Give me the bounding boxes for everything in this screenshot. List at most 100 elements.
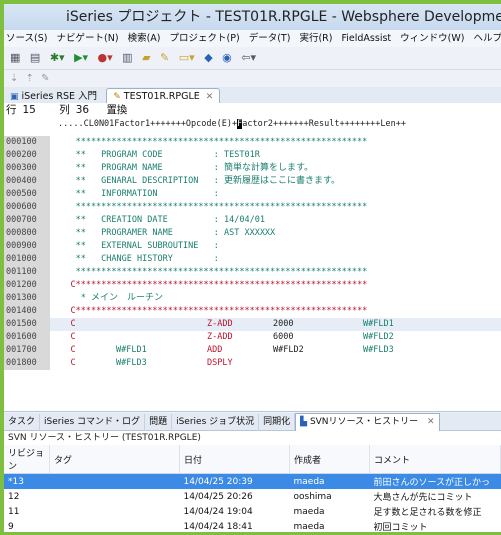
tab-job-status[interactable]: iSeries ジョブ状況 [172, 414, 260, 431]
source-line[interactable]: 001600 C Z-ADD 6000 W#FLD2 [4, 331, 501, 344]
source-line[interactable]: 000300 ** PROGRAM NAME : 簡単な計算をします。 [4, 162, 501, 175]
seq-number: 000100 [4, 136, 50, 149]
cell-date: 14/04/24 19:04 [183, 506, 253, 517]
cell-author: ooshima [293, 491, 332, 502]
source-line[interactable]: 001800 C W#FLD3 DSPLY [4, 357, 501, 370]
source-editor[interactable]: 行 15 列 36 置換 .....CL0N01Factor1+++++++Opco… [4, 103, 501, 412]
menu-help[interactable]: ヘルプ(H) [474, 33, 501, 44]
source-line[interactable]: 001400 C********************************… [4, 305, 501, 318]
menu-source[interactable]: ソース(S) [6, 33, 47, 44]
spec-type: C [70, 319, 76, 329]
line-text: ****************************************… [50, 267, 368, 277]
source-line[interactable]: 000100 *********************************… [4, 136, 501, 149]
table-row[interactable]: 9 14/04/24 18:41 maeda 初回コミット [4, 519, 501, 533]
line-text: ** CREATION DATE : 14/04/01 [50, 215, 265, 225]
table-row[interactable]: *13 14/04/25 20:39 maeda 前田さんのソースが正しかっ [4, 473, 501, 489]
menu-window[interactable]: ウィンドウ(W) [400, 33, 464, 44]
cell-tag [50, 489, 180, 504]
open-icon[interactable]: ▤ [30, 51, 40, 64]
cell-date: 14/04/24 18:41 [183, 521, 253, 532]
source-line[interactable]: 000400 ** GENARAL DESCRIPTION : 更新履歴はここに… [4, 175, 501, 188]
source-line[interactable]: 000900 ** EXTERNAL SUBROUTINE : [4, 240, 501, 253]
open-type-icon[interactable]: ▭▾ [179, 51, 195, 64]
source-line[interactable]: 001000 ** CHANGE HISTORY : [4, 253, 501, 266]
menu-navigate[interactable]: ナビゲート(N) [57, 33, 119, 44]
line-text: * [50, 293, 91, 303]
menu-run[interactable]: 実行(R) [299, 33, 332, 44]
line-text-ja: 更新履歴はここに書きます。 [224, 176, 341, 186]
pencil-tool-icon[interactable]: ✎ [160, 51, 169, 64]
debug-icon[interactable]: ✱▾ [50, 51, 65, 64]
close-icon[interactable]: ✕ [427, 417, 435, 427]
spec-type: C [70, 358, 76, 368]
tab-svn-history[interactable]: ▙ SVNリソース・ヒストリー ✕ [295, 413, 440, 431]
source-line[interactable]: 000200 ** PROGRAM CODE : TEST01R [4, 149, 501, 162]
menu-data[interactable]: データ(T) [249, 33, 291, 44]
source-line[interactable]: 001700 C W#FLD1 ADD W#FLD2 W#FLD3 [4, 344, 501, 357]
col-date[interactable]: 日付 [179, 445, 290, 474]
next-annotation-icon[interactable]: ⇣ [10, 73, 18, 84]
menu-fieldassist[interactable]: FieldAssist [342, 33, 392, 44]
ruler-after: actor2+++++++Result++++++++Len++ [242, 119, 407, 129]
source-line[interactable]: 000500 ** INFORMATION : [4, 188, 501, 201]
source-line[interactable]: 001100 *********************************… [4, 266, 501, 279]
line-label: 行 [6, 104, 17, 116]
table-row[interactable]: 11 14/04/24 19:04 maeda 足す数と足される数を修正 [4, 504, 501, 519]
seq-number: 000200 [4, 149, 50, 162]
close-icon[interactable]: ✕ [206, 92, 214, 102]
source-line[interactable]: 000800 ** PROGRAMER NAME : AST XXXXXX [4, 227, 501, 240]
source-line[interactable]: 001300 * メイン ルーチン [4, 292, 501, 305]
tab-command-log[interactable]: iSeries コマンド・ログ [40, 414, 146, 431]
run-icon[interactable]: ▶▾ [74, 51, 88, 64]
seq-number: 001800 [4, 357, 50, 370]
navigate-icon[interactable]: ◆ [204, 51, 212, 64]
folder-icon[interactable]: ▰ [142, 51, 150, 64]
col-revision[interactable]: リビジョン [4, 445, 50, 474]
back-icon[interactable]: ⇦▾ [241, 51, 256, 64]
format-ruler: .....CL0N01Factor1+++++++Opcode(E)+Facto… [4, 118, 501, 131]
seq-number: 001400 [4, 305, 50, 318]
table-row[interactable]: 12 14/04/25 20:26 ooshima 大島さんが先にコミット [4, 489, 501, 504]
cell-comment: 初回コミット [373, 523, 428, 532]
seq-number: 001000 [4, 253, 50, 266]
source-line[interactable]: 001500 C Z-ADD 2000 W#FLD1 [4, 318, 501, 331]
menu-project[interactable]: プロジェクト(P) [170, 33, 240, 44]
col-tag[interactable]: タグ [49, 445, 180, 474]
save-icon[interactable]: ▥ [122, 51, 132, 64]
tab-label: TEST01R.RPGLE [123, 91, 200, 102]
cell-comment: 前田さんのソースが正しかっ [369, 473, 501, 489]
factor2: 6000 [273, 332, 294, 342]
source-line[interactable]: 000600 *********************************… [4, 201, 501, 214]
tab-synchronize[interactable]: 同期化 [259, 414, 296, 431]
seq-number: 001700 [4, 344, 50, 357]
seq-number: 001300 [4, 292, 50, 305]
external-tool-icon[interactable]: ●▾ [98, 51, 113, 64]
opcode: ADD [207, 345, 223, 355]
seq-number: 001200 [4, 279, 50, 292]
menu-search[interactable]: 検索(A) [128, 33, 161, 44]
source-line[interactable]: 000700 ** CREATION DATE : 14/04/01 [4, 214, 501, 227]
line-text: ****************************************… [50, 137, 368, 147]
ruler-before: .....CL0N01Factor1+++++++Opcode(E)+ [58, 119, 238, 129]
new-project-icon[interactable]: ▦ [10, 51, 20, 64]
window-title: iSeries プロジェクト - TEST01R.RPGLE - Websphe… [4, 4, 501, 30]
panel-title: SVN リソース・ヒストリー (TEST01R.RPGLE) [8, 433, 201, 443]
pencil-icon: ✎ [113, 92, 121, 102]
tab-tasks[interactable]: タスク [4, 414, 41, 431]
tab-problems[interactable]: 問題 [145, 414, 173, 431]
cell-author: maeda [293, 521, 325, 532]
col-author[interactable]: 作成者 [289, 445, 370, 474]
source-lines: 000100 *********************************… [4, 136, 501, 370]
prev-annotation-icon[interactable]: ⇡ [26, 73, 34, 84]
source-line[interactable]: 001200 C********************************… [4, 279, 501, 292]
globe-icon[interactable]: ◉ [222, 51, 232, 64]
factor1: W#FLD3 [116, 358, 147, 368]
line-text: ** PROGRAM CODE : TEST01R [50, 150, 260, 160]
editor-status: 行 15 列 36 置換 [4, 103, 501, 118]
spec-type: C [70, 332, 76, 342]
line-value: 15 [22, 104, 36, 116]
col-comment[interactable]: コメント [369, 445, 501, 474]
result: W#FLD2 [363, 332, 394, 342]
seq-number: 000500 [4, 188, 50, 201]
last-edit-icon[interactable]: ✎ [41, 73, 49, 84]
